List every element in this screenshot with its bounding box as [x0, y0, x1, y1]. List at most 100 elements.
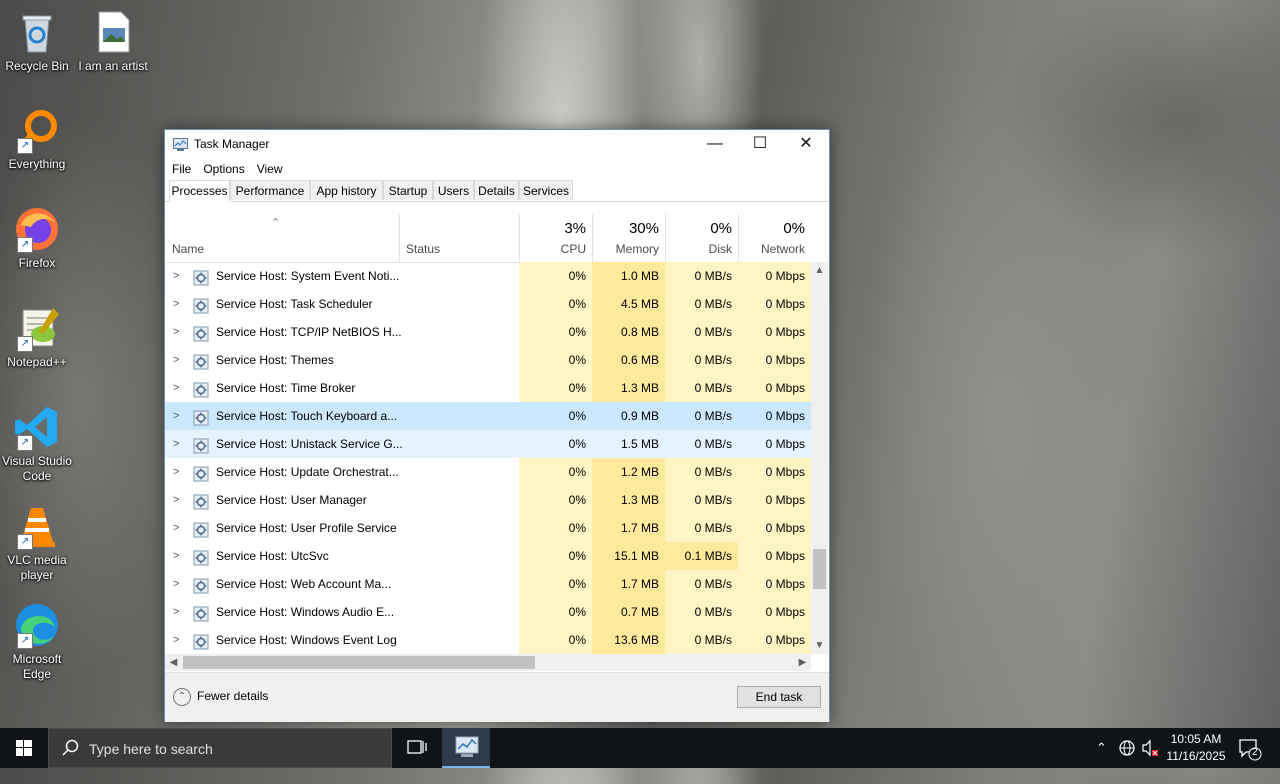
scroll-down-icon[interactable]: ▼ — [811, 637, 828, 654]
expand-chevron-icon[interactable]: > — [173, 290, 179, 318]
end-task-button[interactable]: End task — [737, 686, 821, 708]
table-row[interactable]: > Service Host: Unistack Service G... 0% 1.… — [165, 430, 811, 458]
tab-services[interactable]: Services — [519, 180, 573, 200]
scroll-right-icon[interactable]: ▶ — [794, 654, 811, 671]
desktop-icon-i-am-an-artist[interactable]: I am an artist — [76, 8, 150, 74]
network-cell: 0 Mbps — [738, 374, 811, 402]
scroll-left-icon[interactable]: ◀ — [165, 654, 182, 671]
horizontal-scroll-thumb[interactable] — [183, 656, 535, 669]
cpu-cell: 0% — [519, 626, 592, 654]
process-name-cell: > Service Host: Windows Event Log — [165, 626, 519, 654]
disk-cell: 0 MB/s — [665, 626, 738, 654]
minimize-button[interactable]: — — [692, 130, 738, 158]
menu-options[interactable]: Options — [197, 158, 250, 180]
table-row[interactable]: > Service Host: Touch Keyboard a... 0% 0.9 … — [165, 402, 811, 430]
desktop-icon-notepad-plus-plus[interactable]: ↗ Notepad++ — [0, 304, 74, 370]
tab-details[interactable]: Details — [474, 180, 519, 200]
action-center-icon — [1239, 739, 1262, 761]
table-row[interactable]: > Service Host: Web Account Ma... 0% 1.7 MB… — [165, 570, 811, 598]
tab-app-history[interactable]: App history — [310, 180, 383, 200]
table-row[interactable]: > Service Host: UtcSvc 0% 15.1 MB 0.1 MB/s 0 … — [165, 542, 811, 570]
expand-chevron-icon[interactable]: > — [173, 514, 179, 542]
process-name-cell: > Service Host: Unistack Service G... — [165, 430, 519, 458]
vertical-scroll-thumb[interactable] — [813, 549, 826, 589]
desktop-icon-label: Microsoft Edge — [12, 652, 62, 681]
expand-chevron-icon[interactable]: > — [173, 346, 179, 374]
tab-startup[interactable]: Startup — [383, 180, 433, 200]
cpu-total-percent: 3% — [564, 220, 586, 237]
tab-performance[interactable]: Performance — [230, 180, 310, 200]
expand-chevron-icon[interactable]: > — [173, 430, 179, 458]
desktop-icon-everything[interactable]: ↗ Everything — [0, 106, 74, 172]
service-host-icon — [193, 520, 209, 538]
close-button[interactable]: ✕ — [783, 130, 829, 158]
expand-chevron-icon[interactable]: > — [173, 626, 179, 654]
expand-chevron-icon[interactable]: > — [173, 458, 179, 486]
menu-view[interactable]: View — [251, 158, 289, 180]
service-host-icon — [193, 296, 209, 314]
table-row[interactable]: > Service Host: TCP/IP NetBIOS H... 0% 0.8 … — [165, 318, 811, 346]
tab-processes[interactable]: Processes — [169, 180, 230, 202]
service-host-icon — [193, 604, 209, 622]
table-row[interactable]: > Service Host: Windows Event Log 0% 13.6 M… — [165, 626, 811, 654]
tab-users[interactable]: Users — [433, 180, 474, 200]
desktop-icon-edge[interactable]: ↗ Microsoft Edge — [0, 601, 74, 682]
shortcut-arrow-icon: ↗ — [17, 534, 33, 550]
fewer-details-button[interactable]: ⌃ Fewer details — [173, 688, 268, 706]
start-button[interactable] — [0, 728, 48, 768]
table-row[interactable]: > Service Host: Task Scheduler 0% 4.5 MB 0 M… — [165, 290, 811, 318]
expand-chevron-icon[interactable]: > — [173, 486, 179, 514]
clock[interactable]: 10:05 AM 11/16/2025 — [1164, 731, 1228, 765]
title-bar[interactable]: Task Manager — ☐ ✕ — [165, 130, 829, 158]
shortcut-arrow-icon: ↗ — [17, 336, 33, 352]
expand-chevron-icon[interactable]: > — [173, 570, 179, 598]
column-memory[interactable]: 30% Memory — [592, 214, 665, 262]
task-manager-icon — [173, 138, 188, 151]
service-host-icon — [193, 436, 209, 454]
task-view-button[interactable] — [400, 728, 432, 768]
expand-chevron-icon[interactable]: > — [173, 374, 179, 402]
network-tray-button[interactable] — [1118, 728, 1136, 768]
vlc-icon: ↗ — [13, 502, 61, 550]
table-row[interactable]: > Service Host: User Profile Service 0% 1.7… — [165, 514, 811, 542]
taskbar-task-manager[interactable] — [442, 728, 490, 768]
notifications-button[interactable]: 2 — [1236, 728, 1280, 768]
table-row[interactable]: > Service Host: Time Broker 0% 1.3 MB 0 MB/s… — [165, 374, 811, 402]
table-row[interactable]: > Service Host: User Manager 0% 1.3 MB 0 MB/… — [165, 486, 811, 514]
desktop-icon-vscode[interactable]: ↗ Visual Studio Code — [0, 403, 74, 484]
recycle-bin-icon — [13, 8, 61, 56]
table-row[interactable]: > Service Host: System Event Noti... 0% 1.0… — [165, 262, 811, 290]
table-row[interactable]: > Service Host: Windows Audio E... 0% 0.7 M… — [165, 598, 811, 626]
cpu-cell: 0% — [519, 570, 592, 598]
service-host-icon — [193, 408, 209, 426]
expand-chevron-icon[interactable]: > — [173, 262, 179, 290]
desktop-icon-vlc[interactable]: ↗ VLC media player — [0, 502, 74, 583]
clock-date: 11/16/2025 — [1166, 749, 1226, 763]
column-status[interactable]: Status — [399, 214, 519, 262]
desktop-icon-firefox[interactable]: ↗ Firefox — [0, 205, 74, 271]
expand-chevron-icon[interactable]: > — [173, 598, 179, 626]
expand-chevron-icon[interactable]: > — [173, 402, 179, 430]
column-memory-label: Memory — [615, 242, 659, 256]
column-disk[interactable]: 0% Disk — [665, 214, 738, 262]
volume-tray-button[interactable] — [1141, 728, 1159, 768]
table-row[interactable]: > Service Host: Themes 0% 0.6 MB 0 MB/s 0 Mbp… — [165, 346, 811, 374]
expand-chevron-icon[interactable]: > — [173, 542, 179, 570]
expand-chevron-icon[interactable]: > — [173, 318, 179, 346]
menu-file[interactable]: File — [165, 158, 197, 180]
process-name: Service Host: Touch Keyboard a... — [216, 409, 398, 423]
column-cpu[interactable]: 3% CPU — [519, 214, 592, 262]
desktop-icon-recycle-bin[interactable]: Recycle Bin — [0, 8, 74, 74]
column-network[interactable]: 0% Network — [738, 214, 811, 262]
process-name: Service Host: Web Account Ma... — [216, 577, 392, 591]
show-hidden-icons-button[interactable]: ⌃ — [1096, 728, 1107, 768]
horizontal-scrollbar[interactable]: ◀ ▶ — [165, 654, 811, 671]
vertical-scrollbar[interactable]: ▲ ▼ — [811, 262, 828, 654]
disk-cell: 0 MB/s — [665, 458, 738, 486]
table-row[interactable]: > Service Host: Update Orchestrat... 0% 1.2… — [165, 458, 811, 486]
search-box[interactable]: Type here to search — [48, 728, 392, 768]
column-name[interactable]: ⌃ Name — [165, 214, 399, 262]
maximize-button[interactable]: ☐ — [737, 130, 783, 158]
shortcut-arrow-icon: ↗ — [17, 138, 33, 154]
scroll-up-icon[interactable]: ▲ — [811, 262, 828, 279]
